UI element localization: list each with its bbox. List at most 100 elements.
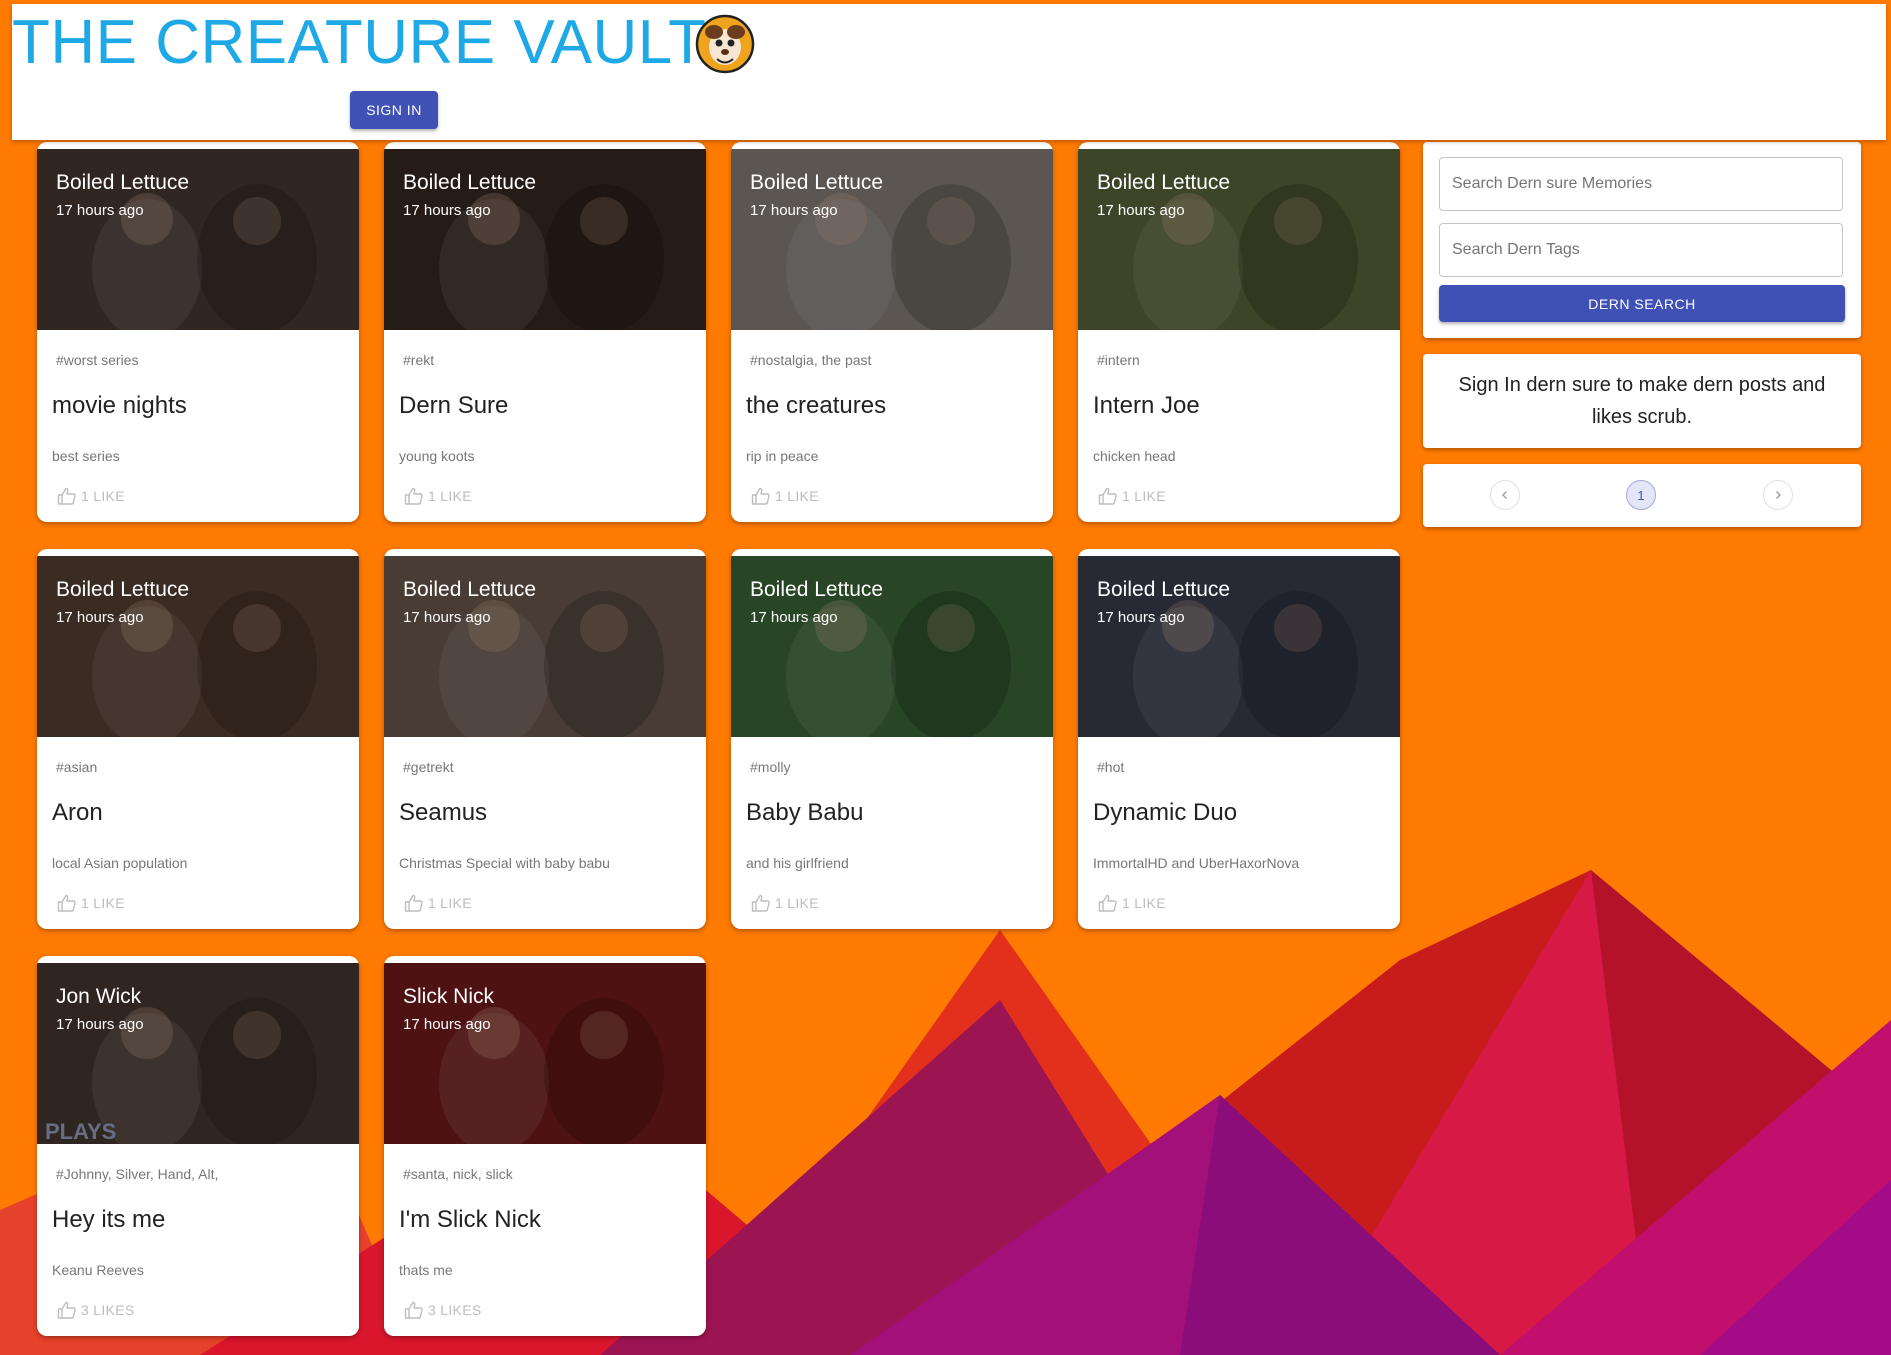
sign-in-button[interactable]: SIGN IN — [350, 91, 438, 129]
post-card[interactable]: PLAYS Jon Wick 17 hours ago #Johnny, Silver… — [37, 956, 359, 1336]
post-title: I'm Slick Nick — [399, 1206, 541, 1233]
post-card[interactable]: Boiled Lettuce 17 hours ago #nostalgia, th… — [731, 142, 1053, 522]
post-time: 17 hours ago — [750, 609, 838, 626]
post-tags: #asian — [56, 759, 98, 775]
post-image: Boiled Lettuce 17 hours ago — [384, 149, 706, 330]
sign-in-prompt-panel: Sign In dern sure to make dern posts and… — [1423, 354, 1861, 448]
like-count: 1 LIKE — [775, 488, 819, 504]
like-button[interactable]: 1 LIKE — [404, 487, 472, 505]
like-button[interactable]: 1 LIKE — [57, 487, 125, 505]
dern-search-button[interactable]: DERN SEARCH — [1439, 285, 1845, 322]
post-image: Boiled Lettuce 17 hours ago — [37, 556, 359, 737]
sign-in-message: Sign In dern sure to make dern posts and… — [1458, 374, 1826, 428]
post-description: young koots — [399, 448, 475, 464]
thumb-up-icon — [57, 487, 76, 505]
post-title: Baby Babu — [746, 799, 864, 826]
post-description: ImmortalHD and UberHaxorNova — [1093, 855, 1300, 871]
post-card[interactable]: Boiled Lettuce 17 hours ago #hot Dynamic Du… — [1078, 549, 1400, 929]
post-card[interactable]: Boiled Lettuce 17 hours ago #molly Baby Bab… — [731, 549, 1053, 929]
post-title: the creatures — [746, 392, 887, 419]
thumb-up-icon — [404, 487, 423, 505]
post-tags: #rekt — [403, 352, 435, 368]
post-time: 17 hours ago — [1097, 202, 1185, 219]
like-button[interactable]: 1 LIKE — [57, 894, 125, 912]
post-tags: #hot — [1097, 759, 1125, 775]
post-card[interactable]: Boiled Lettuce 17 hours ago #asian Aron loca… — [37, 549, 359, 929]
post-tags: #nostalgia, the past — [750, 352, 872, 368]
like-count: 1 LIKE — [81, 488, 125, 504]
pagination: 1 — [1423, 464, 1861, 527]
like-button[interactable]: 1 LIKE — [1098, 487, 1166, 505]
search-tags-input[interactable] — [1439, 223, 1843, 277]
post-card[interactable]: Boiled Lettuce 17 hours ago #getrekt Seamus… — [384, 549, 706, 929]
post-card[interactable]: Boiled Lettuce 17 hours ago #rekt Dern Sure… — [384, 142, 706, 522]
like-button[interactable]: 1 LIKE — [751, 487, 819, 505]
post-author: Boiled Lettuce — [1097, 578, 1231, 601]
post-time: 17 hours ago — [403, 609, 491, 626]
search-memories-input[interactable] — [1439, 157, 1843, 211]
post-tags: #intern — [1097, 352, 1140, 368]
thumb-up-icon — [751, 894, 770, 912]
post-tags: #Johnny, Silver, Hand, Alt, — [56, 1166, 219, 1182]
post-author: Jon Wick — [56, 985, 142, 1008]
thumb-up-icon — [57, 1301, 76, 1319]
post-image: Boiled Lettuce 17 hours ago — [1078, 556, 1400, 737]
chevron-left-icon — [1502, 491, 1507, 499]
post-time: 17 hours ago — [1097, 609, 1185, 626]
page-1-button[interactable]: 1 — [1626, 480, 1656, 510]
post-time: 17 hours ago — [56, 202, 144, 219]
post-tags: #molly — [750, 759, 791, 775]
like-button[interactable]: 3 LIKES — [404, 1301, 481, 1319]
post-description: local Asian population — [52, 855, 188, 871]
post-tags: #worst series — [56, 352, 139, 368]
thumb-up-icon — [1098, 894, 1117, 912]
like-count: 1 LIKE — [428, 488, 472, 504]
post-image: Boiled Lettuce 17 hours ago — [384, 556, 706, 737]
posts-grid: Boiled Lettuce 17 hours ago #worst series m… — [37, 142, 1400, 1336]
post-description: best series — [52, 448, 120, 464]
post-title: Dynamic Duo — [1093, 799, 1238, 826]
post-title: Dern Sure — [399, 392, 509, 419]
chevron-right-icon — [1776, 491, 1781, 499]
post-image: Slick Nick 17 hours ago — [384, 963, 706, 1144]
like-count: 1 LIKE — [428, 895, 472, 911]
post-title: Seamus — [399, 799, 488, 826]
next-page-button[interactable] — [1763, 480, 1793, 510]
post-author: Slick Nick — [403, 985, 495, 1008]
thumb-up-icon — [404, 894, 423, 912]
like-button[interactable]: 1 LIKE — [751, 894, 819, 912]
post-card[interactable]: Boiled Lettuce 17 hours ago #worst series m… — [37, 142, 359, 522]
post-time: 17 hours ago — [403, 202, 491, 219]
post-title: Aron — [52, 799, 103, 826]
thumb-up-icon — [57, 894, 76, 912]
post-description: thats me — [399, 1262, 453, 1278]
post-image: Boiled Lettuce 17 hours ago — [1078, 149, 1400, 330]
post-tags: #santa, nick, slick — [403, 1166, 513, 1182]
post-description: rip in peace — [746, 448, 819, 464]
like-count: 1 LIKE — [1122, 895, 1166, 911]
post-time: 17 hours ago — [403, 1016, 491, 1033]
thumb-up-icon — [751, 487, 770, 505]
post-image: Boiled Lettuce 17 hours ago — [731, 556, 1053, 737]
like-button[interactable]: 3 LIKES — [57, 1301, 134, 1319]
like-count: 1 LIKE — [81, 895, 125, 911]
post-description: chicken head — [1093, 448, 1176, 464]
like-button[interactable]: 1 LIKE — [1098, 894, 1166, 912]
like-button[interactable]: 1 LIKE — [404, 894, 472, 912]
post-title: movie nights — [52, 392, 187, 419]
post-description: Christmas Special with baby babu — [399, 855, 610, 871]
post-title: Hey its me — [52, 1206, 166, 1233]
search-panel: DERN SEARCH — [1423, 142, 1861, 338]
post-author: Boiled Lettuce — [403, 578, 537, 601]
thumb-up-icon — [1098, 487, 1117, 505]
post-card[interactable]: Slick Nick 17 hours ago #santa, nick, slic… — [384, 956, 706, 1336]
post-image: PLAYS Jon Wick 17 hours ago — [37, 963, 359, 1144]
post-author: Boiled Lettuce — [750, 578, 884, 601]
post-author: Boiled Lettuce — [403, 171, 537, 194]
post-time: 17 hours ago — [56, 609, 144, 626]
like-count: 1 LIKE — [775, 895, 819, 911]
previous-page-button[interactable] — [1490, 480, 1520, 510]
post-card[interactable]: Boiled Lettuce 17 hours ago #intern Intern … — [1078, 142, 1400, 522]
like-count: 3 LIKES — [81, 1302, 135, 1318]
post-author: Boiled Lettuce — [56, 171, 190, 194]
